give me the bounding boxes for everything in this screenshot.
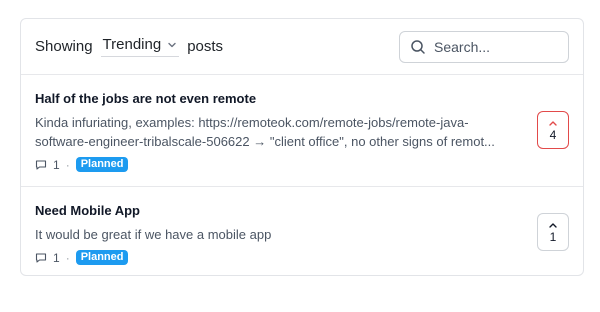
search-input[interactable] xyxy=(434,38,554,55)
comment-icon xyxy=(35,252,47,263)
sort-select[interactable]: Trending xyxy=(100,36,180,57)
vote-count: 4 xyxy=(549,128,557,142)
chevron-up-icon xyxy=(549,121,557,126)
post-body: It would be great if we have a mobile ap… xyxy=(35,227,272,242)
showing-label: Showing xyxy=(35,38,93,55)
upvote-button[interactable]: 4 xyxy=(537,111,569,149)
chevron-up-icon xyxy=(549,223,557,228)
post-meta: 1 · Planned xyxy=(35,250,523,265)
status-badge: Planned xyxy=(75,250,129,265)
search-icon xyxy=(411,39,425,54)
search-box[interactable] xyxy=(399,30,569,63)
post-title[interactable]: Half of the jobs are not even remote xyxy=(35,91,523,107)
sort-filter: Showing Trending posts xyxy=(35,36,223,57)
post-meta: 1 · Planned xyxy=(35,157,523,172)
vote-count: 1 xyxy=(549,230,557,244)
posts-header: Showing Trending posts xyxy=(21,19,583,75)
meta-separator: · xyxy=(65,250,70,265)
status-badge: Planned xyxy=(75,157,129,172)
posts-card: Showing Trending posts Half of the jobs … xyxy=(20,18,584,276)
comment-count: 1 xyxy=(53,157,60,172)
posts-label: posts xyxy=(187,38,224,55)
post-title[interactable]: Need Mobile App xyxy=(35,203,523,219)
post-item[interactable]: Need Mobile App It would be great if we … xyxy=(21,187,583,276)
meta-separator: · xyxy=(65,157,70,172)
sort-selected-value: Trending xyxy=(102,36,162,53)
comment-icon xyxy=(35,159,47,170)
post-item[interactable]: Half of the jobs are not even remote Kin… xyxy=(21,75,583,187)
post-body: Kinda infuriating, examples: https://rem… xyxy=(35,115,495,149)
comment-count: 1 xyxy=(53,250,60,265)
upvote-button[interactable]: 1 xyxy=(537,213,569,251)
chevron-down-icon xyxy=(168,42,176,47)
